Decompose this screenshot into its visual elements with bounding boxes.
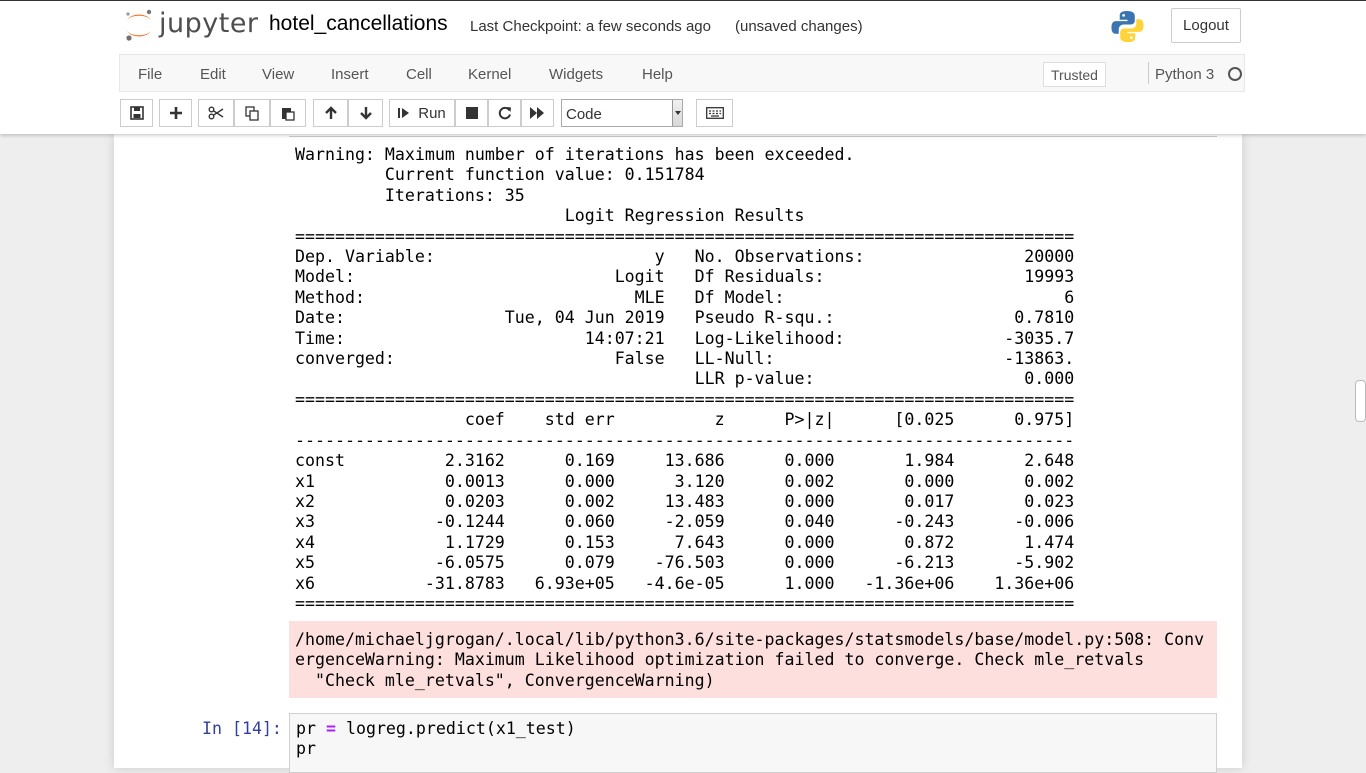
- paste-icon: [282, 107, 295, 121]
- header: jupyter hotel_cancellations Last Checkpo…: [0, 0, 1366, 134]
- move-cell-up-button[interactable]: [313, 99, 348, 127]
- arrow-down-icon: [359, 107, 372, 120]
- command-palette-button[interactable]: [696, 99, 733, 127]
- paste-button[interactable]: [270, 99, 306, 127]
- menu-bar: File Edit View Insert Cell Kernel Widget…: [119, 54, 1245, 92]
- menu-view[interactable]: View: [262, 66, 294, 83]
- input-prompt: In [14]:: [202, 719, 282, 738]
- code-expression: logreg.predict(x1_test): [335, 719, 576, 738]
- scrollbar-thumb[interactable]: [1355, 380, 1366, 422]
- logo-text: jupyter: [159, 8, 259, 39]
- insert-cell-button[interactable]: [159, 99, 192, 127]
- stop-icon: [465, 107, 478, 119]
- cell-output-stdout: Warning: Maximum number of iterations ha…: [295, 145, 1075, 613]
- cell-output-stderr: /home/michaeljgrogan/.local/lib/python3.…: [289, 621, 1217, 698]
- copy-button[interactable]: [234, 99, 270, 127]
- menu-insert[interactable]: Insert: [331, 66, 369, 83]
- python-logo-icon: [1111, 10, 1144, 43]
- jupyter-logo-icon: [126, 9, 152, 41]
- restart-icon: [498, 106, 511, 120]
- previous-cell-edge: [289, 134, 1217, 137]
- run-label: Run: [418, 104, 446, 122]
- menu-edit[interactable]: Edit: [200, 66, 226, 83]
- chevron-down-icon: [672, 100, 682, 126]
- kernel-name[interactable]: Python 3: [1155, 66, 1214, 83]
- toolbar: Run Code: [0, 92, 1366, 134]
- code-operator: =: [325, 719, 336, 738]
- keyboard-icon: [705, 107, 724, 119]
- convergence-warning-text: /home/michaeljgrogan/.local/lib/python3.…: [295, 630, 1205, 690]
- plus-icon: [169, 107, 182, 119]
- unsaved-changes-indicator: (unsaved changes): [735, 18, 863, 35]
- code-line-2: pr: [296, 739, 316, 759]
- run-button[interactable]: Run: [389, 99, 455, 127]
- restart-kernel-button[interactable]: [488, 99, 521, 127]
- kernel-status-icon: [1228, 67, 1242, 81]
- menu-file[interactable]: File: [138, 66, 162, 83]
- code-cell-input[interactable]: pr = logreg.predict(x1_test) pr: [289, 713, 1217, 773]
- menu-cell[interactable]: Cell: [406, 66, 432, 83]
- cell-type-value: Code: [566, 106, 602, 123]
- code-text[interactable]: pr = logreg.predict(x1_test) pr: [296, 719, 576, 760]
- kernel-divider: [1148, 62, 1149, 84]
- move-cell-down-button[interactable]: [348, 99, 383, 127]
- cut-button[interactable]: [198, 99, 234, 127]
- logout-button[interactable]: Logout: [1171, 8, 1241, 43]
- arrow-up-icon: [324, 106, 337, 119]
- notebook-container: Warning: Maximum number of iterations ha…: [114, 134, 1242, 773]
- fast-forward-icon: [530, 107, 544, 119]
- checkpoint-status: Last Checkpoint: a few seconds ago: [470, 18, 711, 35]
- menu-kernel[interactable]: Kernel: [468, 66, 511, 83]
- trusted-indicator[interactable]: Trusted: [1043, 62, 1106, 87]
- code-variable: pr: [296, 719, 326, 738]
- menu-help[interactable]: Help: [642, 66, 673, 83]
- jupyter-logo[interactable]: jupyter: [123, 7, 263, 43]
- step-forward-icon: [398, 108, 410, 118]
- top-bar: jupyter hotel_cancellations Last Checkpo…: [0, 0, 1366, 54]
- interrupt-kernel-button[interactable]: [455, 99, 488, 127]
- notebook-name[interactable]: hotel_cancellations: [269, 12, 448, 36]
- save-icon: [129, 106, 144, 120]
- menu-widgets[interactable]: Widgets: [549, 66, 603, 83]
- cut-icon: [208, 106, 224, 120]
- restart-run-all-button[interactable]: [521, 99, 554, 127]
- save-button[interactable]: [120, 99, 153, 127]
- cell-type-select[interactable]: Code: [561, 99, 683, 127]
- copy-icon: [245, 105, 259, 121]
